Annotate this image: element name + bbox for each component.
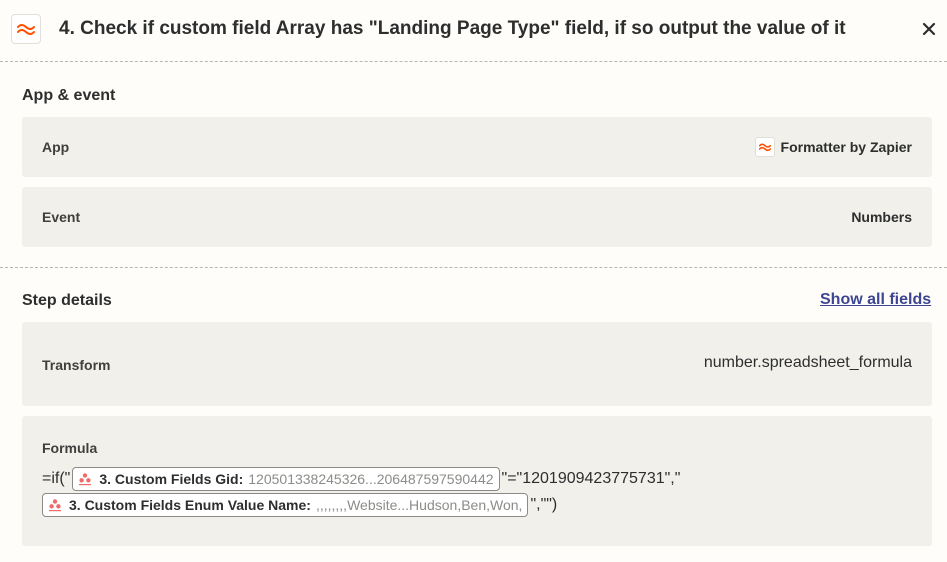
transform-label: Transform — [42, 357, 111, 373]
asana-icon — [77, 472, 93, 486]
formula-line-2: 3. Custom Fields Enum Value Name: ,,,,,,… — [42, 493, 557, 517]
section-title-step-details: Step details — [22, 292, 112, 309]
close-icon[interactable] — [918, 18, 940, 40]
asana-icon — [47, 498, 63, 512]
formula-label: Formula — [42, 440, 98, 456]
pill-value: 120501338245326...206487597590442 — [248, 471, 494, 487]
formula-line-1: =if(" 3. Custom Fields Gid: 120501338245… — [42, 467, 680, 491]
transform-value: number.spreadsheet_formula — [703, 354, 912, 371]
app-row: App Formatter by Zapier — [22, 117, 932, 177]
event-row: Event Numbers — [22, 187, 932, 247]
section-title-app-event: App & event — [22, 87, 116, 104]
event-value: Numbers — [851, 209, 912, 225]
pill-value: ,,,,,,,,Website...Hudson,Ben,Won, — [315, 497, 523, 513]
formula-middle: "="1201909423775731"," — [501, 470, 681, 487]
section-divider — [0, 267, 947, 268]
step-title: 4. Check if custom field Array has "Land… — [59, 18, 846, 39]
formatter-icon — [754, 137, 775, 157]
pill-label: 3. Custom Fields Gid: — [99, 471, 244, 487]
app-value: Formatter by Zapier — [754, 137, 912, 157]
formula-suffix: ","") — [530, 496, 558, 513]
transform-row: Transform number.spreadsheet_formula — [22, 322, 932, 406]
app-label: App — [42, 139, 70, 155]
formula-row: Formula =if(" 3. Custom Fields Gid: 1205… — [22, 416, 932, 546]
step-header: 4. Check if custom field Array has "Land… — [0, 0, 947, 62]
event-label: Event — [42, 209, 81, 225]
formatter-icon — [11, 14, 41, 44]
field-pill-custom-fields-enum-value-name[interactable]: 3. Custom Fields Enum Value Name: ,,,,,,… — [42, 493, 529, 517]
formula-prefix: =if(" — [42, 470, 71, 487]
field-pill-custom-fields-gid[interactable]: 3. Custom Fields Gid: 120501338245326...… — [72, 467, 500, 491]
pill-label: 3. Custom Fields Enum Value Name: — [69, 497, 311, 513]
app-name: Formatter by Zapier — [780, 139, 912, 155]
show-all-fields-link[interactable]: Show all fields — [820, 291, 931, 309]
